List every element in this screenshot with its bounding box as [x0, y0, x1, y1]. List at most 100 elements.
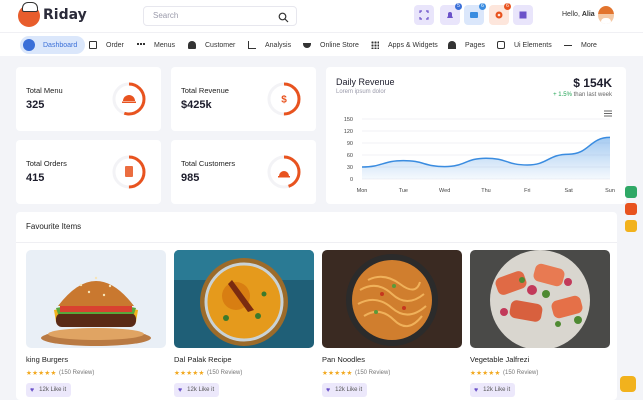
orders-progress-ring [112, 155, 146, 189]
stat-card-total-orders: Total Orders 415 [16, 140, 161, 204]
store-icon [303, 42, 311, 48]
vegetable-jalfrezi-image [470, 250, 610, 348]
nav-apps-widgets[interactable]: Apps & Widgets [371, 36, 438, 54]
y-tick-label: 120 [344, 129, 353, 135]
search-box[interactable]: Search [143, 6, 297, 26]
heart-icon: ♥ [30, 386, 35, 394]
stat-value: 415 [26, 172, 45, 184]
expand-icon [419, 10, 429, 20]
like-button[interactable]: ♥ 12k Like it [322, 383, 367, 397]
user-greeting: Hello, Alia [562, 11, 595, 18]
y-tick-label: 0 [350, 177, 353, 183]
customers-progress-ring [267, 155, 301, 189]
revenue-amount: $ 154K [573, 76, 612, 90]
avatar[interactable] [598, 6, 614, 24]
apps-button[interactable] [513, 5, 533, 25]
notification-badge: 5 [455, 3, 462, 10]
notification-button[interactable]: 5 [440, 3, 462, 25]
side-tab-yellow[interactable] [625, 220, 637, 232]
settings-badge: 6 [504, 3, 511, 10]
star-rating: ★★★★★ [322, 370, 353, 377]
dollar-icon: $ [281, 95, 287, 106]
nav-more[interactable]: More [564, 36, 597, 54]
side-tab-green[interactable] [625, 186, 637, 198]
x-tick-label: Mon [357, 188, 368, 194]
food-item[interactable]: Pan Noodles ★★★★★ (150 Review) ♥ 12k Like… [322, 250, 462, 397]
floating-action-button[interactable] [620, 376, 636, 392]
y-tick-label: 150 [344, 117, 353, 123]
nav-dashboard[interactable]: Dashboard [20, 36, 86, 54]
messages-button[interactable]: 6 [464, 3, 486, 25]
nav-analysis[interactable]: Analysis [248, 36, 291, 54]
nav-online-store[interactable]: Online Store [303, 36, 359, 54]
revenue-change: + 1.5% than last week [553, 92, 612, 98]
heart-icon: ♥ [326, 386, 331, 394]
pages-icon [448, 41, 456, 49]
serving-icon [279, 171, 289, 176]
x-tick-label: Fri [524, 188, 530, 194]
revenue-chart: 0 30 60 90 120 150 Mon Tue Wed Thu Fri Sat Sun [344, 117, 615, 194]
stat-label: Total Customers [181, 159, 236, 168]
star-rating: ★★★★★ [470, 370, 501, 377]
revenue-progress-ring: $ [267, 82, 301, 116]
item-name: Pan Noodles [322, 355, 365, 364]
revenue-title: Daily Revenue [336, 77, 395, 87]
noodles-image [322, 250, 462, 348]
review-count: (150 Review) [59, 370, 95, 376]
y-tick-label: 60 [347, 153, 353, 159]
settings-button[interactable]: 6 [489, 3, 511, 25]
top-header: Riday Search 5 6 6 Hello, Alia [0, 0, 643, 32]
nav-pages[interactable]: Pages [448, 36, 485, 54]
users-icon [188, 41, 196, 49]
x-tick-label: Wed [439, 188, 450, 194]
nav-order[interactable]: Order [89, 36, 124, 54]
stat-card-total-revenue: Total Revenue $425k $ [171, 67, 316, 131]
daily-revenue-card: Daily Revenue Lorem ipsum dolor $ 154K +… [326, 67, 626, 204]
x-tick-label: Thu [481, 188, 490, 194]
x-tick-label: Sun [605, 188, 615, 194]
nav-customer[interactable]: Customer [188, 36, 235, 54]
main-nav: Dashboard Order Menus Customer Analysis … [0, 32, 643, 56]
favourites-title: Favourite Items [26, 222, 82, 231]
brand-logo[interactable]: Riday [18, 2, 88, 28]
star-rating: ★★★★★ [174, 370, 205, 377]
item-name: Vegetable Jalfrezi [470, 355, 530, 364]
cloche-icon [123, 95, 135, 101]
y-tick-label: 30 [347, 165, 353, 171]
x-tick-label: Sat [565, 188, 574, 194]
clipboard-icon [89, 41, 97, 49]
stat-label: Total Revenue [181, 86, 229, 95]
dal-palak-image [174, 250, 314, 348]
stat-value: $425k [181, 99, 212, 111]
y-tick-label: 90 [347, 141, 353, 147]
grid-icon [371, 41, 379, 49]
more-icon [564, 45, 572, 46]
like-button[interactable]: ♥ 12k Like it [174, 383, 219, 397]
food-item[interactable]: Vegetable Jalfrezi ★★★★★ (150 Review) ♥ 1… [470, 250, 610, 397]
like-button[interactable]: ♥ 12k Like it [26, 383, 71, 397]
stat-value: 325 [26, 99, 45, 111]
divider [16, 242, 617, 243]
receipt-icon [125, 166, 133, 177]
item-name: Dal Palak Recipe [174, 355, 232, 364]
like-button[interactable]: ♥ 12k Like it [470, 383, 515, 397]
fullscreen-button[interactable] [414, 5, 434, 25]
stat-label: Total Menu [26, 86, 63, 95]
review-count: (150 Review) [355, 370, 391, 376]
food-item[interactable]: king Burgers ★★★★★ (150 Review) ♥ 12k Lik… [26, 250, 166, 397]
x-tick-label: Tue [399, 188, 408, 194]
stat-card-total-customers: Total Customers 985 [171, 140, 316, 204]
menu-progress-ring [112, 82, 146, 116]
review-count: (150 Review) [207, 370, 243, 376]
food-item[interactable]: Dal Palak Recipe ★★★★★ (150 Review) ♥ 12k… [174, 250, 314, 397]
side-tab-orange[interactable] [625, 203, 637, 215]
nav-menus[interactable]: Menus [137, 36, 175, 54]
heart-icon: ♥ [178, 386, 183, 394]
brand-name: Riday [43, 7, 87, 23]
nav-ui-elements[interactable]: Ui Elements [497, 36, 552, 54]
home-icon [23, 39, 35, 51]
chef-icon [18, 2, 40, 27]
chart-icon [248, 41, 256, 49]
star-rating: ★★★★★ [26, 370, 57, 377]
search-icon [278, 10, 289, 28]
